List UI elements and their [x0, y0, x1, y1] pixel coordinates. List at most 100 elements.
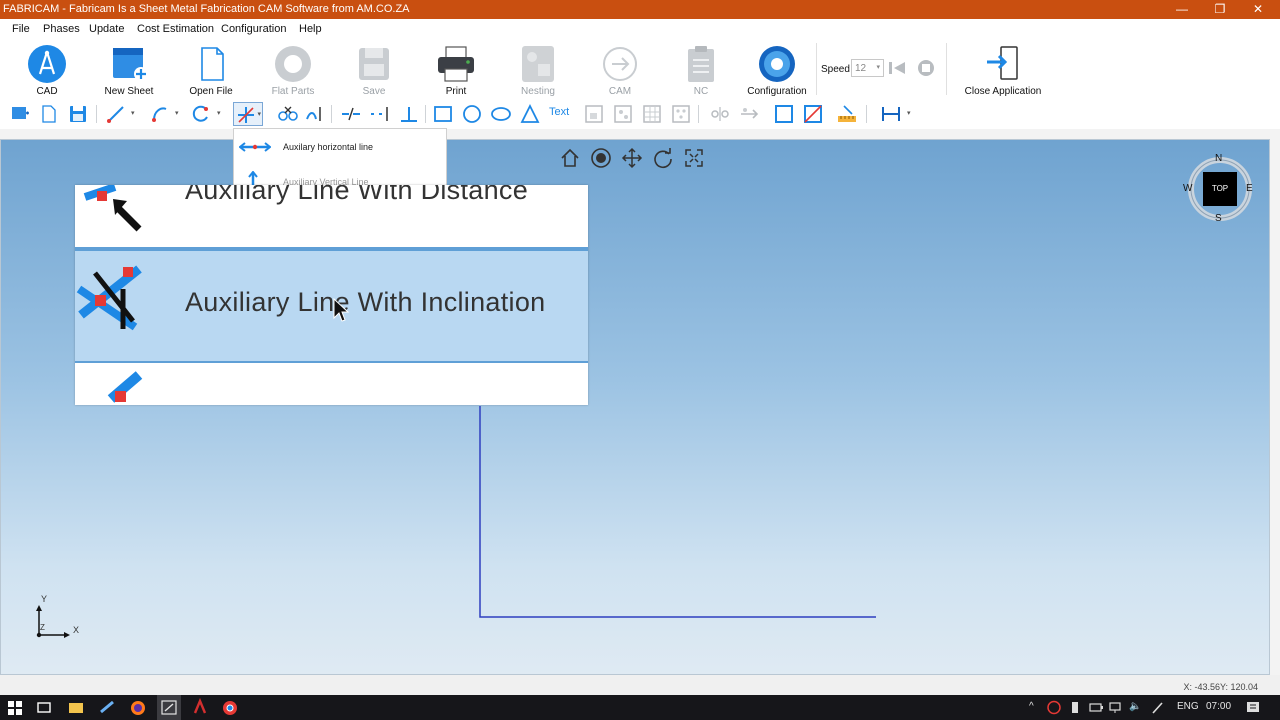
mirror-tool[interactable]	[709, 103, 731, 125]
pan-icon[interactable]	[621, 147, 643, 169]
active-app-tile[interactable]	[157, 695, 181, 720]
auxiliary-line-distance-item[interactable]: Auxiliary Line With Distance	[75, 185, 588, 249]
pen-icon[interactable]	[1150, 700, 1166, 715]
close-window-button[interactable]: ✕	[1238, 0, 1278, 19]
select-box-tool[interactable]	[773, 103, 795, 125]
chevron-up-icon[interactable]: ^	[1029, 701, 1034, 712]
task-view-icon[interactable]	[34, 698, 54, 717]
nc-button[interactable]: NC	[662, 42, 740, 98]
insert-tool[interactable]	[583, 103, 605, 125]
perpendicular-tool[interactable]	[398, 103, 420, 125]
chevron-down-icon[interactable]: ▾	[907, 109, 911, 117]
dots-array-tool[interactable]	[670, 103, 692, 125]
grid-array-tool[interactable]	[641, 103, 663, 125]
restore-button[interactable]: ❐	[1200, 0, 1240, 19]
text-tool[interactable]: Text	[549, 106, 569, 118]
print-button[interactable]: Print	[417, 42, 495, 98]
menu-configuration[interactable]: Configuration	[221, 23, 286, 35]
configuration-button[interactable]: Configuration	[738, 42, 816, 98]
fabricam-taskbar-icon	[161, 700, 177, 715]
auxiliary-line-next-item[interactable]	[75, 363, 588, 405]
stop-icon[interactable]	[916, 59, 936, 77]
step-back-icon[interactable]	[887, 59, 907, 77]
measure-tool[interactable]	[836, 103, 858, 125]
menu-update[interactable]: Update	[89, 23, 124, 35]
save-button[interactable]: Save	[335, 42, 413, 98]
cam-button[interactable]: CAM	[581, 42, 659, 98]
layers-tool[interactable]	[9, 103, 31, 125]
chevron-down-icon[interactable]: ▾	[131, 109, 135, 117]
new-sheet-button[interactable]: New Sheet	[90, 42, 168, 98]
fillet-tool[interactable]	[304, 103, 326, 125]
move-tool[interactable]	[738, 103, 760, 125]
toolbar-separator	[698, 105, 699, 123]
chevron-down-icon[interactable]: ▾	[175, 109, 179, 117]
extend-line-icon	[371, 107, 388, 121]
flat-parts-button[interactable]: Flat Parts	[254, 42, 332, 98]
circle-icon	[463, 105, 481, 123]
windows-start-icon[interactable]	[5, 698, 25, 717]
printer-icon	[438, 46, 474, 82]
firefox-icon[interactable]	[128, 698, 148, 717]
circle-tool[interactable]	[461, 103, 483, 125]
save-tool[interactable]	[67, 103, 89, 125]
open-file-button[interactable]: Open File	[172, 42, 250, 98]
security-icon[interactable]	[1046, 700, 1062, 715]
deselect-tool[interactable]	[802, 103, 824, 125]
battery-icon[interactable]	[1088, 700, 1104, 715]
notifications-icon[interactable]	[1245, 700, 1261, 715]
file-explorer-icon[interactable]	[66, 698, 86, 717]
new-sheet-icon	[113, 48, 148, 81]
minimize-button[interactable]: —	[1162, 0, 1202, 19]
auxiliary-line-distance-label: Auxiliary Line With Distance	[185, 185, 529, 205]
chevron-down-icon[interactable]: ▾	[217, 109, 221, 117]
rectangle-tool[interactable]	[432, 103, 454, 125]
input-language[interactable]: ENG	[1177, 701, 1199, 712]
arc-tool[interactable]	[149, 103, 171, 125]
pdf-reader-icon[interactable]	[190, 698, 210, 717]
network-icon[interactable]	[1108, 700, 1124, 715]
arc-icon	[152, 107, 167, 122]
axis-x-label: X	[73, 625, 80, 635]
clock[interactable]: 07:00	[1206, 701, 1231, 712]
chrome-icon[interactable]	[220, 698, 240, 717]
speed-select[interactable]: 12 ▾	[851, 59, 884, 77]
menu-cost-estimation[interactable]: Cost Estimation	[137, 23, 214, 35]
auxiliary-vertical-line-item[interactable]: Auxiliary Vertical Line	[234, 169, 446, 185]
close-application-label: Close Application	[964, 86, 1042, 97]
cad-label: CAD	[36, 86, 58, 97]
auxiliary-line-inclination-item[interactable]: Auxiliary Line With Inclination	[75, 249, 588, 363]
menu-file[interactable]: File	[12, 23, 30, 35]
triangle-tool[interactable]	[519, 103, 541, 125]
menu-phases[interactable]: Phases	[43, 23, 80, 35]
nesting-button[interactable]: Nesting	[499, 42, 577, 98]
ellipse-tool[interactable]	[490, 103, 512, 125]
fit-view-icon[interactable]	[683, 147, 705, 169]
break-line-icon	[342, 107, 360, 121]
trim-tool[interactable]	[277, 103, 299, 125]
cad-compass-icon	[28, 45, 66, 83]
open-tool[interactable]	[38, 103, 60, 125]
rotate-view-icon[interactable]	[652, 147, 674, 169]
ribbon-separator	[946, 43, 947, 95]
usb-icon[interactable]	[1068, 700, 1082, 715]
floppy-icon	[70, 106, 86, 122]
dimension-tool[interactable]	[880, 103, 902, 125]
volume-muted-icon[interactable]: 🔈	[1129, 701, 1141, 712]
close-application-button[interactable]: Close Application	[962, 42, 1044, 98]
extend-tool[interactable]	[369, 103, 391, 125]
app-icon[interactable]	[97, 698, 117, 717]
view-compass[interactable]: N S E W TOP	[1183, 153, 1253, 224]
view-cube-top[interactable]: TOP	[1207, 184, 1233, 193]
pattern-tool[interactable]	[612, 103, 634, 125]
auxiliary-line-tool[interactable]: ▾	[233, 102, 263, 126]
auxiliary-horizontal-line-item[interactable]: Auxilary horizontal line	[234, 133, 446, 161]
line-tool[interactable]	[105, 103, 127, 125]
chevron-down-icon: ▾	[257, 111, 261, 118]
break-tool[interactable]	[340, 103, 362, 125]
home-view-icon[interactable]	[559, 147, 581, 169]
orbit-icon[interactable]	[590, 147, 612, 169]
circle-arc-tool[interactable]	[190, 103, 212, 125]
cad-button[interactable]: CAD	[8, 42, 86, 98]
menu-help[interactable]: Help	[299, 23, 322, 35]
